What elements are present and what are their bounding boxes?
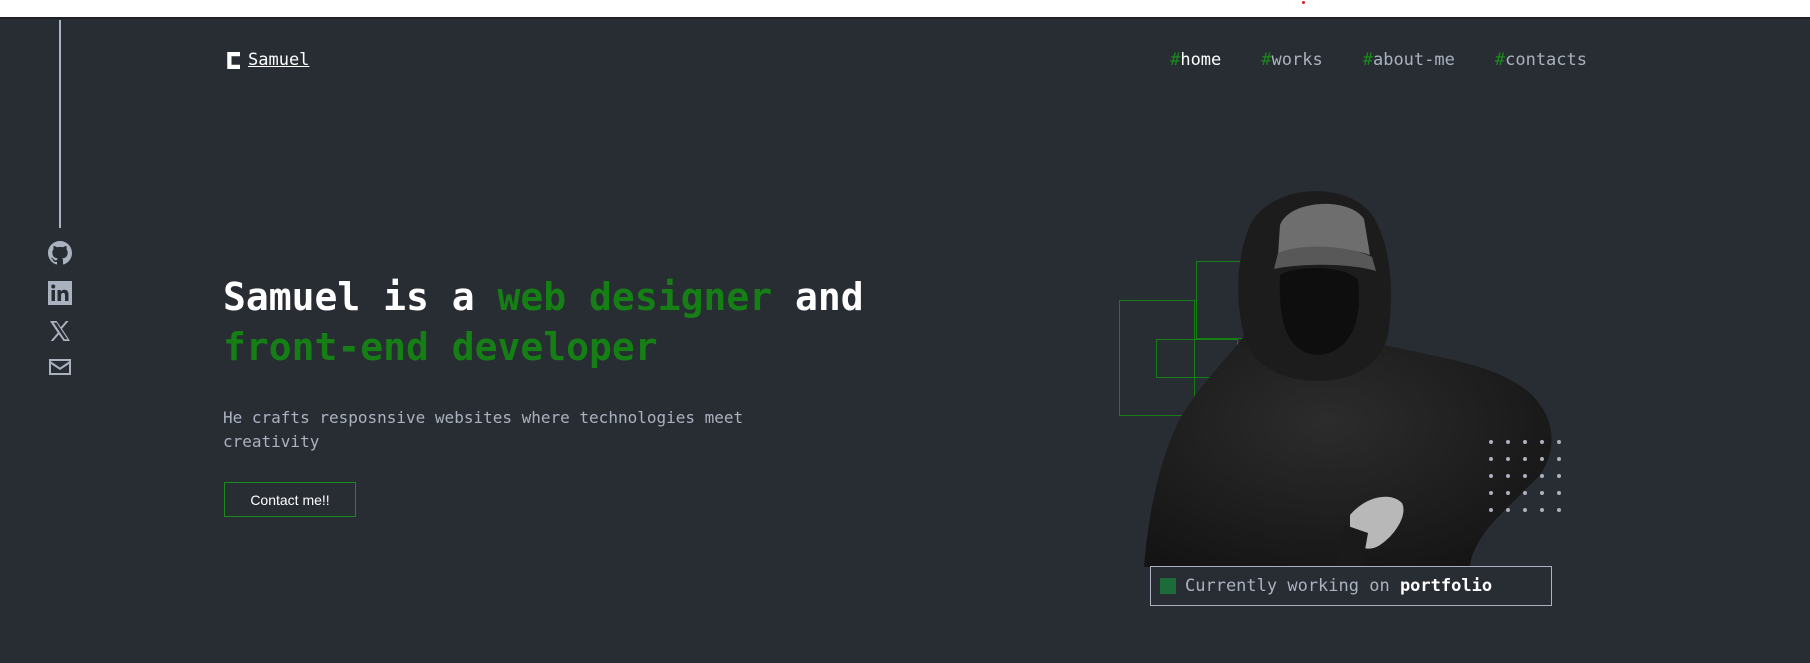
nav-label: home: [1180, 50, 1222, 70]
nav-about-me[interactable]: #about-me: [1363, 50, 1455, 70]
nav-hash: #: [1261, 50, 1272, 70]
nav-hash: #: [1362, 50, 1373, 70]
hero-highlight: front-end developer: [223, 325, 658, 369]
browser-top-strip: [0, 0, 1810, 19]
logo-icon: [223, 51, 240, 69]
status-badge: Currently working on portfolio: [1150, 566, 1552, 606]
nav-contacts[interactable]: #contacts: [1495, 50, 1587, 70]
status-square: [1160, 578, 1176, 594]
status-prefix: Currently working on: [1185, 576, 1400, 596]
hero-text: Samuel is a: [223, 275, 498, 319]
logo-text: Samuel: [248, 50, 310, 70]
logo[interactable]: Samuel: [223, 50, 309, 70]
nav-hash: #: [1494, 50, 1506, 70]
nav-label: about-me: [1372, 50, 1455, 70]
nav-label: works: [1271, 50, 1323, 70]
social-rail-line: [59, 20, 61, 228]
hero-subtitle: He crafts resposnsive websites where tec…: [223, 408, 744, 451]
nav-label: contacts: [1505, 50, 1587, 70]
contact-me-button[interactable]: Contact me!!: [224, 482, 356, 517]
status-project: portfolio: [1399, 576, 1493, 596]
dot-grid: [1482, 433, 1568, 519]
github-icon[interactable]: [47, 240, 73, 266]
nav-home[interactable]: #home: [1170, 50, 1221, 70]
hero-heading: Samuel is a web designer and front-end d…: [223, 272, 864, 372]
hero-text: and: [772, 275, 864, 319]
main-nav: #home #works #about-me #contacts: [1170, 50, 1587, 70]
indicator-dot: [1302, 1, 1305, 4]
nav-works[interactable]: #works: [1261, 50, 1322, 70]
email-icon[interactable]: [47, 354, 73, 380]
x-icon[interactable]: [47, 318, 73, 344]
nav-hash: #: [1170, 50, 1181, 70]
linkedin-icon[interactable]: [47, 280, 73, 306]
hero-highlight: web designer: [497, 275, 773, 319]
